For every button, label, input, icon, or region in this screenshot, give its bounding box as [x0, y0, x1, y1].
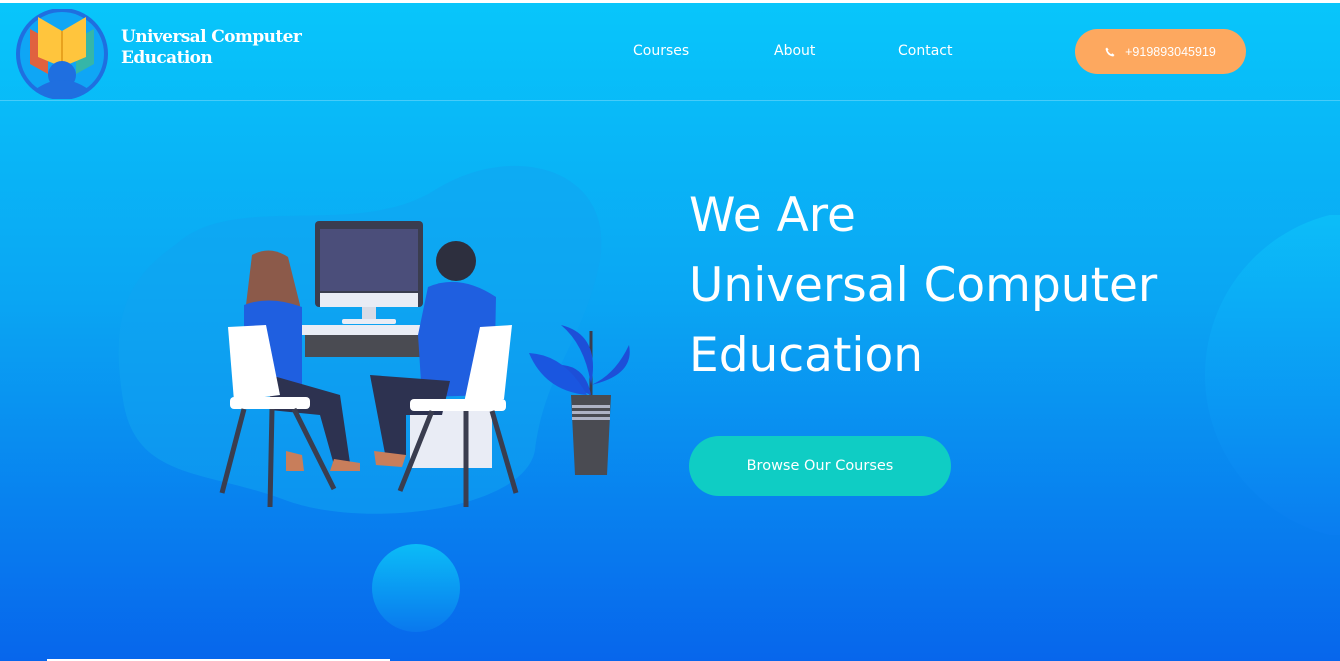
phone-button[interactable]: +919893045919 — [1075, 29, 1246, 74]
hero-title-line-1: We Are — [689, 188, 856, 243]
brand-line-1: Universal Computer — [121, 27, 302, 47]
brand-name[interactable]: Universal Computer Education — [121, 27, 321, 69]
brand-line-2: Education — [121, 48, 213, 68]
background-circle-right — [1205, 215, 1340, 535]
hero-title-line-3: Education — [689, 328, 923, 383]
browse-courses-button[interactable]: Browse Our Courses — [689, 436, 951, 496]
background-circle-bottom — [372, 544, 460, 632]
people-at-computer-illustration — [219, 221, 519, 508]
nav-contact-link[interactable]: Contact — [898, 43, 952, 59]
potted-plant-illustration — [529, 325, 630, 475]
site-header: Universal Computer Education Courses Abo… — [0, 3, 1340, 101]
hero-title-line-2: Universal Computer — [689, 258, 1158, 313]
nav-about-link[interactable]: About — [774, 43, 815, 59]
phone-number: +919893045919 — [1125, 44, 1216, 59]
nav-courses-link[interactable]: Courses — [633, 43, 689, 59]
hero-title: We Are Universal Computer Education — [689, 181, 1157, 391]
browse-courses-label: Browse Our Courses — [746, 458, 894, 474]
book-person-logo-icon[interactable] — [12, 9, 112, 99]
phone-icon — [1105, 47, 1115, 57]
